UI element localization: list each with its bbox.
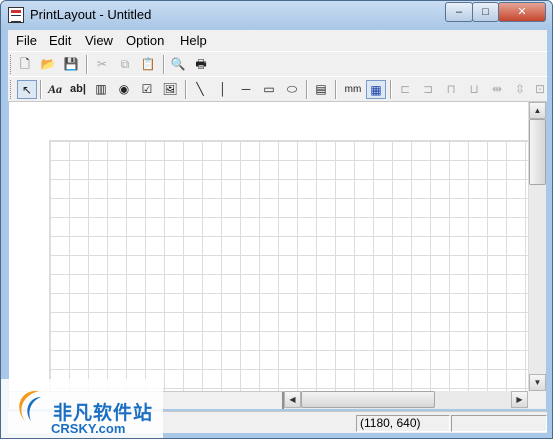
toolbar-separator xyxy=(40,80,42,99)
cursor-coordinates: (1180, 640) xyxy=(356,415,450,432)
table-icon[interactable]: ▤ xyxy=(311,80,331,99)
standard-toolbar: 🗋 📂 💾 ✂ ⧉ 📋 🔍 🖶 xyxy=(8,51,547,77)
align-right-icon[interactable]: ⊐ xyxy=(418,80,438,99)
scroll-up-arrow-icon[interactable]: ▲ xyxy=(529,102,546,119)
new-document-icon[interactable]: 🗋 xyxy=(15,55,35,74)
window-title: PrintLayout - Untitled xyxy=(30,7,152,22)
units-mm-icon[interactable]: mm xyxy=(342,80,364,99)
image-icon[interactable]: 🖼 xyxy=(160,80,180,99)
same-size-icon[interactable]: ⊡ xyxy=(533,80,547,99)
align-left-icon[interactable]: ⊏ xyxy=(395,80,415,99)
align-bottom-icon[interactable]: ⊔ xyxy=(464,80,484,99)
align-top-icon[interactable]: ⊓ xyxy=(441,80,461,99)
horizontal-line-icon[interactable]: ─ xyxy=(236,80,256,99)
maximize-button[interactable]: □ xyxy=(472,2,499,22)
toolbar-separator xyxy=(390,80,392,99)
checkbox-icon[interactable]: ☑ xyxy=(137,80,157,99)
center-horizontal-icon[interactable]: ⇹ xyxy=(487,80,507,99)
text-font-icon[interactable]: Aa xyxy=(45,80,65,99)
ellipse-icon[interactable]: ⬭ xyxy=(282,80,302,99)
menu-bar: File Edit View Option Help xyxy=(8,30,547,51)
site-watermark: 非凡软件站 CRSKY.com xyxy=(1,379,163,438)
layout-canvas[interactable] xyxy=(9,102,528,391)
menu-view[interactable]: View xyxy=(85,33,113,48)
toolbar-separator xyxy=(306,80,308,99)
save-icon[interactable]: 💾 xyxy=(61,55,81,74)
text-field-icon[interactable]: ab| xyxy=(68,80,88,99)
menu-file[interactable]: File xyxy=(16,33,37,48)
radio-button-icon[interactable]: ◉ xyxy=(114,80,134,99)
title-bar[interactable]: PrintLayout - Untitled – □ ✕ xyxy=(1,1,552,30)
print-preview-icon[interactable]: 🔍 xyxy=(168,55,188,74)
diagonal-line-icon[interactable]: ╲ xyxy=(190,80,210,99)
drawing-toolbar: ↖ Aa ab| ▥ ◉ ☑ 🖼 ╲ │ ─ ▭ ⬭ ▤ mm ▦ ⊏ ⊐ ⊓ … xyxy=(8,76,547,102)
horizontal-scroll-thumb[interactable] xyxy=(301,391,435,408)
app-icon[interactable] xyxy=(8,7,24,23)
page-grid[interactable] xyxy=(49,140,528,391)
watermark-english-text: CRSKY.com xyxy=(51,421,126,436)
grid-toggle-icon[interactable]: ▦ xyxy=(366,80,386,99)
select-pointer-icon[interactable]: ↖ xyxy=(17,80,37,99)
vertical-line-icon[interactable]: │ xyxy=(213,80,233,99)
paste-icon[interactable]: 📋 xyxy=(138,55,158,74)
minimize-button[interactable]: – xyxy=(445,2,473,22)
scroll-down-arrow-icon[interactable]: ▼ xyxy=(529,374,546,391)
crsky-logo-icon xyxy=(19,390,41,421)
scroll-left-arrow-icon[interactable]: ◀ xyxy=(284,391,301,408)
toolbar-separator xyxy=(163,55,165,74)
toolbar-separator xyxy=(335,80,337,99)
menu-help[interactable]: Help xyxy=(180,33,207,48)
scroll-right-arrow-icon[interactable]: ▶ xyxy=(511,391,528,408)
toolbar-separator xyxy=(185,80,187,99)
vertical-scroll-thumb[interactable] xyxy=(529,119,546,185)
cut-icon[interactable]: ✂ xyxy=(92,55,112,74)
close-button[interactable]: ✕ xyxy=(498,2,546,22)
horizontal-scrollbar[interactable]: ◀ ▶ xyxy=(284,391,528,409)
print-icon[interactable]: 🖶 xyxy=(191,55,211,74)
vertical-scrollbar[interactable]: ▲ ▼ xyxy=(528,102,546,391)
menu-edit[interactable]: Edit xyxy=(49,33,71,48)
barcode-icon[interactable]: ▥ xyxy=(91,80,111,99)
rectangle-icon[interactable]: ▭ xyxy=(259,80,279,99)
center-vertical-icon[interactable]: ⇳ xyxy=(510,80,530,99)
status-pane-extra xyxy=(451,415,547,432)
copy-icon[interactable]: ⧉ xyxy=(115,55,135,74)
open-folder-icon[interactable]: 📂 xyxy=(38,55,58,74)
app-window: PrintLayout - Untitled – □ ✕ File Edit V… xyxy=(0,0,553,439)
toolbar-grip[interactable] xyxy=(10,55,13,74)
menu-option[interactable]: Option xyxy=(126,33,164,48)
toolbar-grip[interactable] xyxy=(10,80,13,99)
toolbar-separator xyxy=(86,55,88,74)
scrollbar-corner xyxy=(528,391,546,409)
